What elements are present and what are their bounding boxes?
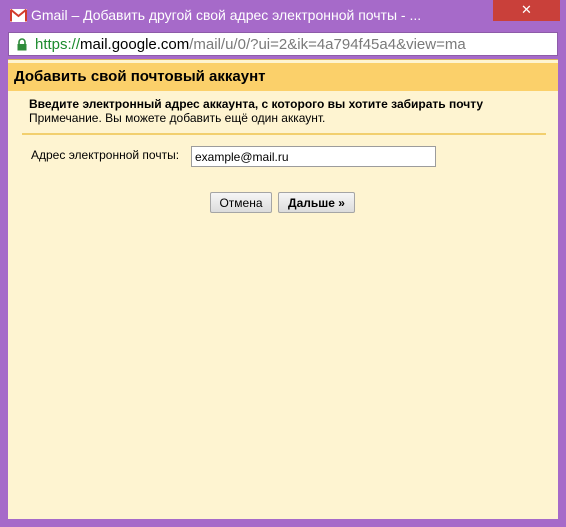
- url-scheme: https://: [35, 36, 81, 53]
- browser-window: Gmail – Добавить другой свой адрес элект…: [0, 0, 566, 527]
- dialog-header: Добавить свой почтовый аккаунт: [8, 63, 558, 91]
- title-bar[interactable]: Gmail – Добавить другой свой адрес элект…: [0, 0, 566, 32]
- close-icon: ✕: [521, 2, 532, 17]
- lock-icon: [17, 38, 27, 51]
- address-bar[interactable]: https://mail.google.com/mail/u/0/?ui=2&i…: [8, 32, 558, 56]
- divider: [22, 133, 546, 135]
- window-title: Gmail – Добавить другой свой адрес элект…: [31, 7, 422, 23]
- note-text: Примечание. Вы можете добавить ещё один …: [29, 111, 326, 125]
- url-host: mail.google.com: [80, 36, 190, 53]
- intro-text: Введите электронный адрес аккаунта, с ко…: [29, 97, 483, 125]
- url-path: /mail/u/0/?ui=2&ik=4a794f45a4&view=ma: [189, 36, 466, 53]
- url-text[interactable]: https://mail.google.com/mail/u/0/?ui=2&i…: [35, 36, 555, 53]
- instruction-text: Введите электронный адрес аккаунта, с ко…: [29, 97, 484, 111]
- email-input[interactable]: [191, 146, 436, 167]
- cancel-button[interactable]: Отмена: [210, 192, 272, 213]
- email-label: Адрес электронной почты:: [31, 148, 180, 162]
- gmail-icon: [10, 9, 27, 22]
- dialog-content: Добавить свой почтовый аккаунт Введите э…: [8, 59, 558, 519]
- close-button[interactable]: ✕: [493, 0, 560, 21]
- dialog-title: Добавить свой почтовый аккаунт: [14, 68, 266, 85]
- next-button[interactable]: Дальше »: [278, 192, 355, 213]
